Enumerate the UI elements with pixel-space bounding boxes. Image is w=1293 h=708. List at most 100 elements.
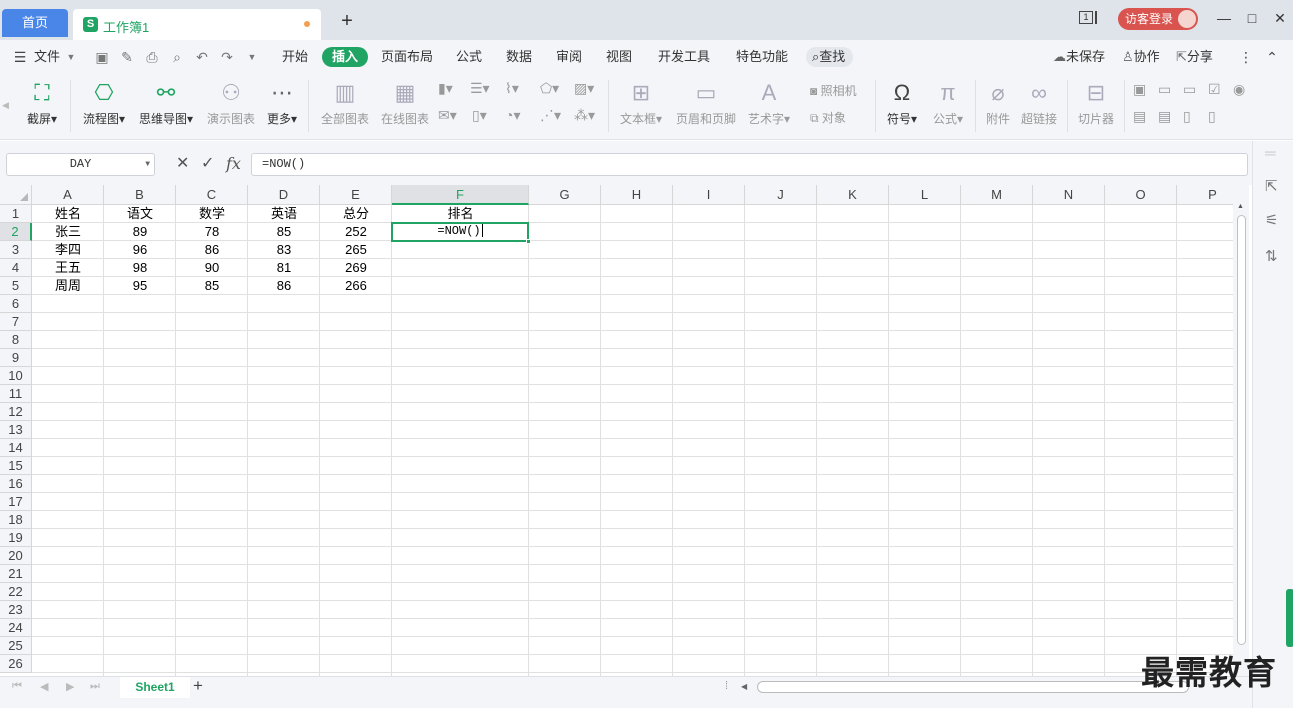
row-header-18[interactable]: 18 [0, 511, 32, 529]
cell-b1[interactable]: 语文 [104, 205, 176, 223]
cell-c1[interactable]: 数学 [176, 205, 248, 223]
cell-d2[interactable]: 85 [248, 223, 320, 241]
tab-features[interactable]: 特色功能 [736, 48, 788, 66]
mindmap-button[interactable]: ⚯ 思维导图▾ [136, 78, 196, 127]
share-button[interactable]: ⇱分享 [1176, 48, 1213, 66]
camera-button[interactable]: ◙ 照相机 [810, 82, 857, 99]
horizontal-scroll-thumb[interactable] [757, 681, 1189, 693]
area-chart-icon[interactable]: ⬠▾ [540, 80, 559, 97]
adjust-icon[interactable]: ⚟ [1265, 211, 1278, 229]
wordart-button[interactable]: A 艺术字▾ [744, 78, 794, 127]
tab-data[interactable]: 数据 [506, 48, 532, 66]
combo-chart-icon[interactable]: ▯▾ [472, 107, 487, 124]
confirm-icon[interactable]: ✓ [201, 155, 214, 173]
column-header-a[interactable]: A [32, 185, 104, 205]
row-header-4[interactable]: 4 [0, 259, 32, 277]
format-painter-icon[interactable]: ✎ [119, 49, 135, 65]
row-header-1[interactable]: 1 [0, 205, 32, 223]
textbox-button[interactable]: ⊞ 文本框▾ [616, 78, 666, 127]
search-button[interactable]: ⌕查找 [806, 47, 854, 67]
row-header-5[interactable]: 5 [0, 277, 32, 295]
cell-e1[interactable]: 总分 [320, 205, 392, 223]
cell-c4[interactable]: 90 [176, 259, 248, 277]
scatter-chart-icon[interactable]: ⋰▾ [540, 107, 561, 124]
form-scroll-icon[interactable]: ▯ [1208, 108, 1216, 125]
cell-e3[interactable]: 265 [320, 241, 392, 259]
file-menu[interactable]: 文件 [34, 48, 60, 66]
fill-handle[interactable] [526, 239, 531, 244]
print-preview-icon[interactable]: ⌕ [169, 49, 185, 65]
row-header-17[interactable]: 17 [0, 493, 32, 511]
spreadsheet-grid[interactable]: A B C D E F G H I J K L M N O P 1 2 3 4 5 6 7 8 9 10 11 12 13 14 15 16 1… [0, 185, 1233, 676]
column-header-h[interactable]: H [601, 185, 673, 205]
cell-c2[interactable]: 78 [176, 223, 248, 241]
select-all-corner[interactable] [0, 185, 32, 205]
collaborate-button[interactable]: ♙协作 [1122, 48, 1160, 66]
cell-d3[interactable]: 83 [248, 241, 320, 259]
tab-page-layout[interactable]: 页面布局 [381, 48, 433, 66]
cell-f1[interactable]: 排名 [392, 205, 529, 223]
slicer-button[interactable]: ⊟ 切片器 [1076, 78, 1116, 127]
row-header-12[interactable]: 12 [0, 403, 32, 421]
cell-c3[interactable]: 86 [176, 241, 248, 259]
cell-c5[interactable]: 85 [176, 277, 248, 295]
split-handle-icon[interactable]: ⁞ [725, 680, 728, 692]
unsaved-status[interactable]: ☁未保存 [1053, 48, 1105, 66]
home-tab[interactable]: 首页 [2, 9, 68, 37]
scroll-left-icon[interactable]: ◀ [741, 682, 747, 691]
symbol-button[interactable]: Ω 符号▾ [882, 78, 922, 127]
form-combobox-icon[interactable]: ▤ [1158, 108, 1171, 125]
formula-input[interactable]: =NOW() [251, 153, 1248, 176]
first-sheet-icon[interactable]: ⏮ [12, 680, 22, 693]
cell-a5[interactable]: 周周 [32, 277, 104, 295]
save-icon[interactable]: ▣ [94, 49, 110, 65]
column-header-d[interactable]: D [248, 185, 320, 205]
row-header-3[interactable]: 3 [0, 241, 32, 259]
column-header-f[interactable]: F [392, 185, 529, 205]
sheet-tab-sheet1[interactable]: Sheet1 [120, 677, 190, 698]
new-tab-button[interactable]: + [336, 10, 358, 32]
mail-chart-icon[interactable]: ✉▾ [438, 107, 457, 124]
cell-a3[interactable]: 李四 [32, 241, 104, 259]
cell-a4[interactable]: 王五 [32, 259, 104, 277]
hamburger-menu-icon[interactable]: ☰ [12, 49, 28, 65]
row-header-6[interactable]: 6 [0, 295, 32, 313]
column-header-c[interactable]: C [176, 185, 248, 205]
add-sheet-button[interactable]: + [193, 676, 203, 696]
demo-chart-button[interactable]: ⚇ 演示图表 [204, 78, 258, 127]
redo-icon[interactable]: ↷ [219, 49, 235, 65]
object-button[interactable]: ⧉ 对象 [810, 109, 846, 126]
cell-f2[interactable]: =NOW() [391, 222, 529, 242]
row-header-8[interactable]: 8 [0, 331, 32, 349]
last-sheet-icon[interactable]: ⏭ [90, 680, 100, 693]
row-header-9[interactable]: 9 [0, 349, 32, 367]
tab-developer[interactable]: 开发工具 [658, 48, 710, 66]
row-header-10[interactable]: 10 [0, 367, 32, 385]
print-icon[interactable]: ⎙ [144, 49, 160, 65]
form-checkbox-icon[interactable]: ☑ [1208, 81, 1221, 98]
row-header-22[interactable]: 22 [0, 583, 32, 601]
maximize-button[interactable]: □ [1242, 8, 1262, 30]
cell-d1[interactable]: 英语 [248, 205, 320, 223]
hyperlink-button[interactable]: ∞ 超链接 [1020, 78, 1058, 127]
cell-d4[interactable]: 81 [248, 259, 320, 277]
row-header-26[interactable]: 26 [0, 655, 32, 673]
chevron-down-icon[interactable]: ▼ [145, 154, 150, 175]
row-header-11[interactable]: 11 [0, 385, 32, 403]
ribbon-scroll-left-icon[interactable]: ◀ [2, 100, 9, 111]
row-header-24[interactable]: 24 [0, 619, 32, 637]
next-sheet-icon[interactable]: ▶ [66, 680, 74, 693]
column-header-m[interactable]: M [961, 185, 1033, 205]
pie-chart-icon[interactable]: ◔▾ [505, 107, 520, 124]
form-button-icon[interactable]: ▭ [1183, 81, 1196, 98]
vertical-scrollbar[interactable]: ▲ [1233, 185, 1249, 676]
select-cursor-icon[interactable]: ⇱ [1265, 177, 1278, 195]
flowchart-button[interactable]: ⎔ 流程图▾ [78, 78, 130, 127]
column-header-b[interactable]: B [104, 185, 176, 205]
chevron-down-icon[interactable]: ▼ [63, 49, 79, 65]
row-header-25[interactable]: 25 [0, 637, 32, 655]
scroll-up-icon[interactable]: ▲ [1237, 203, 1244, 210]
form-groupbox-icon[interactable]: ▭ [1158, 81, 1171, 98]
form-radio-icon[interactable]: ◉ [1233, 81, 1245, 98]
more-button[interactable]: ⋯ 更多▾ [264, 78, 300, 127]
